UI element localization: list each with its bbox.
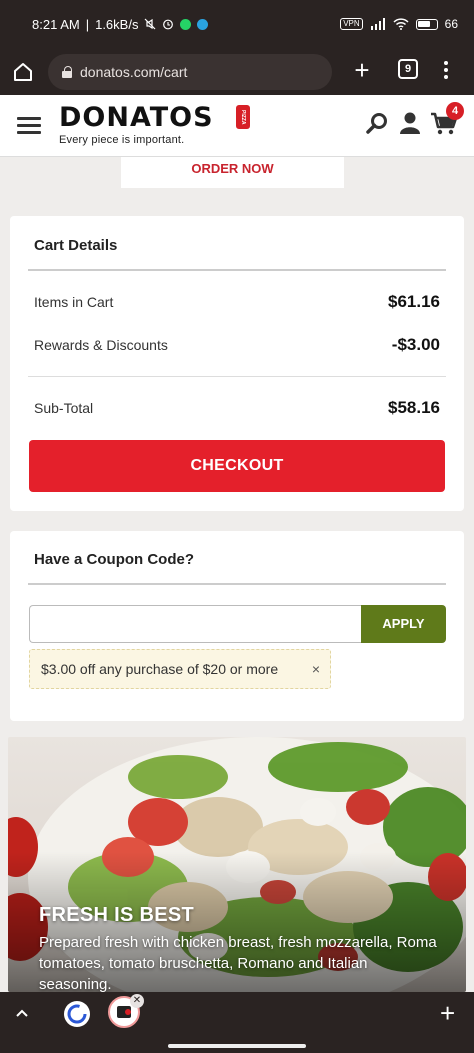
home-button[interactable] [0, 52, 46, 92]
hamburger-menu-icon[interactable] [17, 117, 41, 135]
gesture-bar [0, 1038, 474, 1053]
telegram-icon [197, 18, 209, 30]
site-header: DONATOS PIZZA Every piece is important. [0, 95, 474, 157]
apply-coupon-button[interactable]: APPLY [361, 605, 446, 643]
home-icon [14, 62, 32, 81]
cart-details-title: Cart Details [34, 237, 118, 254]
brand-name: DONATOS [59, 102, 214, 133]
whatsapp-icon [180, 18, 192, 30]
promo-banner[interactable]: FRESH IS BEST Prepared fresh with chicke… [8, 737, 466, 992]
tab-switcher-button[interactable]: 9 [398, 59, 418, 79]
chevron-up-icon[interactable] [15, 1008, 29, 1018]
divider [28, 269, 446, 271]
add-tab-button[interactable]: + [440, 998, 455, 1029]
items-in-cart-value: $61.16 [388, 292, 440, 311]
lock-icon [62, 65, 72, 78]
applied-coupon: $3.00 off any purchase of $20 or more × [29, 649, 331, 689]
checkout-button[interactable]: CHECKOUT [29, 440, 445, 492]
cart-details-card: Cart Details Items in Cart $61.16 Reward… [10, 216, 464, 511]
promo-description: Prepared fresh with chicken breast, fres… [39, 934, 437, 992]
divider [28, 376, 446, 377]
coupon-title: Have a Coupon Code? [34, 551, 195, 568]
coupon-card: Have a Coupon Code? APPLY $3.00 off any … [10, 531, 464, 721]
network-speed: 1.6kB/s [95, 16, 139, 32]
new-tab-button[interactable]: + [350, 54, 374, 86]
subtotal-label: Sub-Total [34, 400, 94, 416]
browser-menu-button[interactable] [438, 58, 454, 82]
status-bar: 8:21 AM | 1.6kB/s VPN 66 [0, 0, 474, 48]
tab-thumbnail[interactable] [64, 1001, 90, 1027]
divider [28, 583, 446, 585]
url-text: donatos.com/cart [80, 63, 188, 80]
donatos-logo[interactable]: DONATOS PIZZA Every piece is important. [59, 102, 250, 146]
subtotal-value: $58.16 [388, 398, 440, 417]
cart-count-badge: 4 [446, 102, 464, 120]
signal-icon [370, 18, 385, 30]
applied-coupon-text: $3.00 off any purchase of $20 or more [41, 661, 279, 677]
rewards-discounts-label: Rewards & Discounts [34, 337, 168, 353]
coupon-code-input[interactable] [29, 605, 361, 643]
alarm-icon [163, 19, 174, 30]
promo-title: FRESH IS BEST [39, 904, 195, 926]
address-bar[interactable]: donatos.com/cart [48, 53, 332, 90]
status-time: 8:21 AM [32, 16, 80, 32]
close-tab-icon[interactable]: ✕ [130, 994, 144, 1008]
browser-bottom-bar: ✕ + [0, 992, 474, 1038]
site-favicon-icon [67, 1004, 87, 1024]
search-icon[interactable] [365, 112, 389, 136]
wifi-icon [393, 18, 409, 30]
battery-icon [415, 18, 438, 30]
remove-coupon-button[interactable]: × [312, 650, 320, 688]
account-icon[interactable] [398, 111, 422, 135]
status-divider: | [85, 16, 90, 32]
order-now-link[interactable]: ORDER NOW [121, 157, 344, 188]
browser-toolbar: donatos.com/cart + 9 [0, 48, 474, 95]
brand-tagline: Every piece is important. [59, 134, 185, 146]
rewards-discounts-value: -$3.00 [391, 335, 440, 354]
home-indicator[interactable] [168, 1044, 306, 1048]
vpn-badge: VPN [340, 18, 363, 30]
items-in-cart-label: Items in Cart [34, 294, 114, 310]
battery-level: 66 [444, 17, 458, 31]
brand-badge: PIZZA [236, 105, 250, 129]
mute-icon [145, 18, 156, 30]
